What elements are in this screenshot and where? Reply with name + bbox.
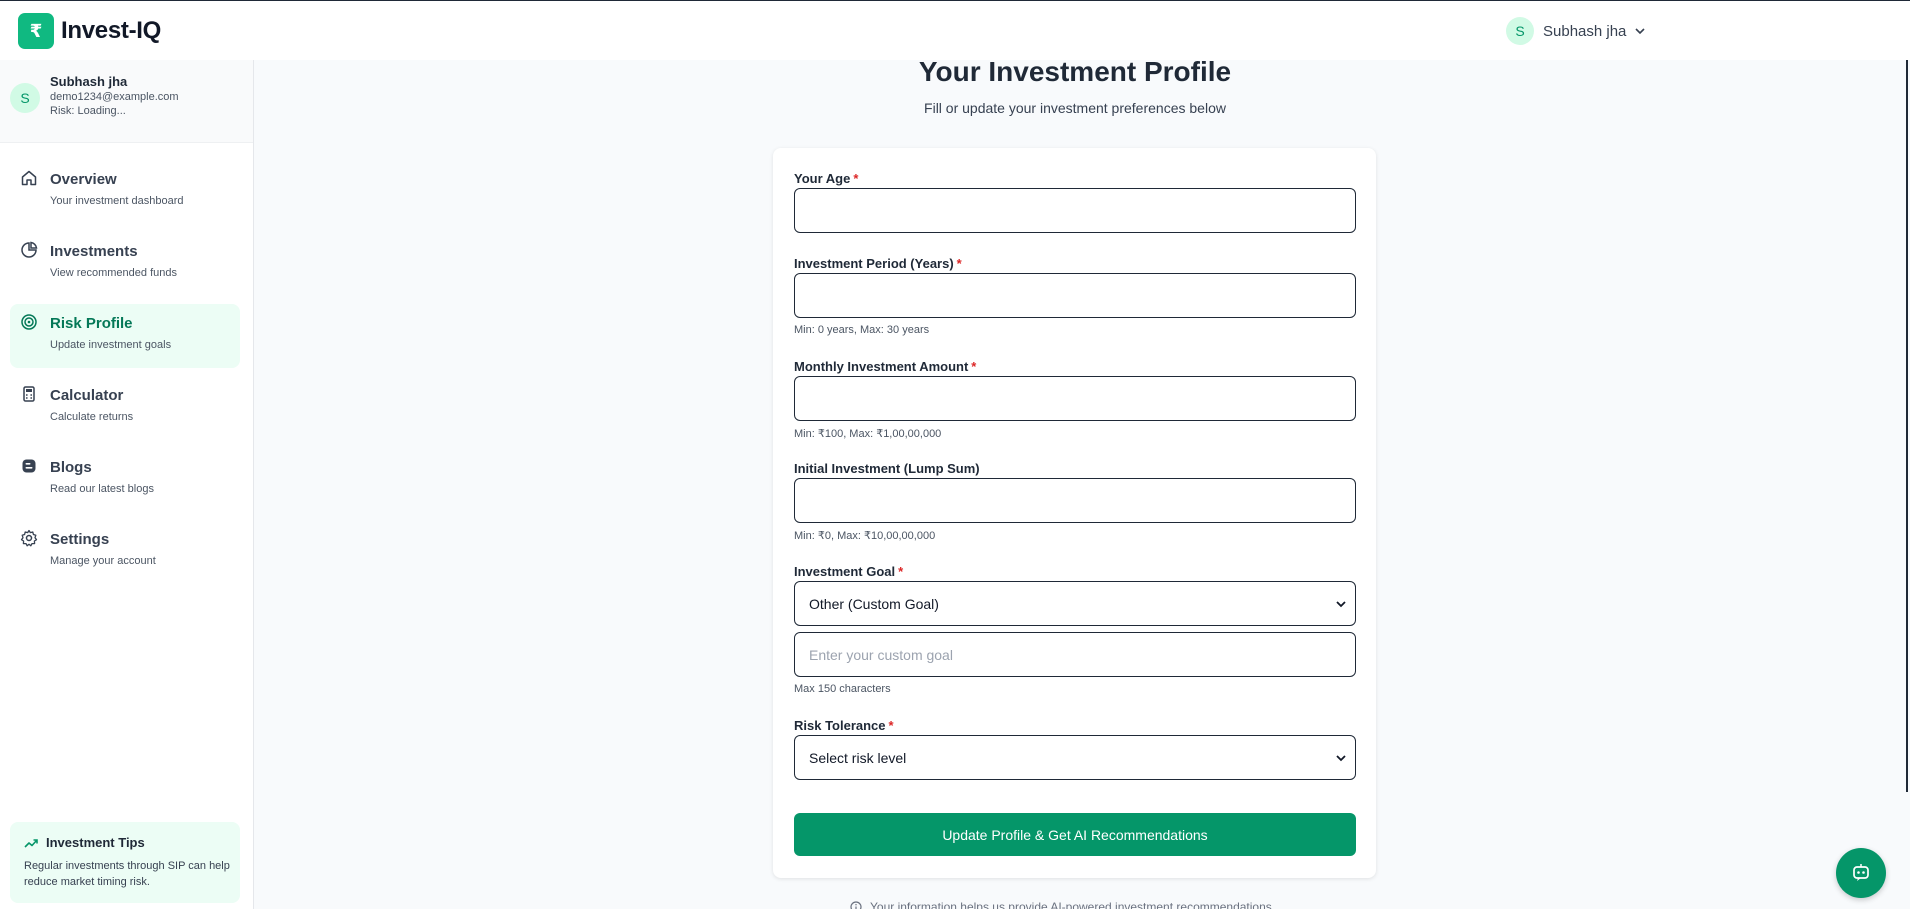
chevron-down-icon <box>1336 601 1346 608</box>
target-icon <box>21 314 37 330</box>
sidebar-item-blogs[interactable]: Blogs Read our latest blogs <box>10 448 240 512</box>
sidebar-item-overview[interactable]: Overview Your investment dashboard <box>10 160 240 224</box>
submit-button[interactable]: Update Profile & Get AI Recommendations <box>794 813 1356 856</box>
lumpsum-hint: Min: ₹0, Max: ₹10,00,00,000 <box>794 530 936 542</box>
age-label: Your Age * <box>794 171 859 186</box>
required-marker: * <box>956 256 962 271</box>
investment-tips: Investment Tips Regular investments thro… <box>10 822 240 903</box>
sidebar-item-risk-profile[interactable]: Risk Profile Update investment goals <box>10 304 240 368</box>
required-marker: * <box>853 171 859 186</box>
period-hint: Min: 0 years, Max: 30 years <box>794 324 930 336</box>
risk-selected: Select risk level <box>809 749 907 766</box>
avatar: S <box>1506 17 1534 45</box>
tips-text: Regular investments through SIP can help… <box>24 860 230 888</box>
info-icon <box>850 901 862 909</box>
monthly-amount-input[interactable] <box>794 376 1356 421</box>
scrollbar[interactable] <box>1906 60 1908 792</box>
sidebar-item-label: Settings <box>50 531 110 548</box>
logo-icon: ₹ <box>18 13 54 49</box>
sidebar-item-investments[interactable]: Investments View recommended funds <box>10 232 240 296</box>
goal-label: Investment Goal * <box>794 564 904 579</box>
page-title: Your Investment Profile <box>918 56 1232 87</box>
sidebar-item-calculator[interactable]: Calculator Calculate returns <box>10 376 240 440</box>
profile-email: demo1234@example.com <box>50 91 179 103</box>
sidebar-item-label: Calculator <box>50 387 124 404</box>
chatbot-icon <box>1853 864 1869 881</box>
home-icon <box>21 170 37 186</box>
profile-risk: Risk: Loading... <box>50 105 126 117</box>
footnote-text: Your information helps us provide AI-pow… <box>870 900 1272 909</box>
sidebar-item-label: Risk Profile <box>50 315 133 332</box>
sidebar-item-sub: Your investment dashboard <box>50 195 184 207</box>
required-marker: * <box>971 359 977 374</box>
required-marker: * <box>898 564 904 579</box>
sidebar-item-label: Blogs <box>50 459 92 476</box>
tips-title: Investment Tips <box>46 835 145 850</box>
avatar: S <box>10 83 40 113</box>
lumpsum-label: Initial Investment (Lump Sum) <box>794 461 980 476</box>
monthly-hint: Min: ₹100, Max: ₹1,00,00,000 <box>794 428 942 440</box>
required-marker: * <box>888 718 894 733</box>
sidebar-item-sub: Read our latest blogs <box>50 483 154 495</box>
user-menu[interactable]: S Subhash jha <box>1506 17 1646 45</box>
chatbot-button[interactable] <box>1836 848 1886 898</box>
custom-goal-input[interactable] <box>794 632 1356 677</box>
monthly-label: Monthly Investment Amount * <box>794 359 977 374</box>
sidebar-item-settings[interactable]: Settings Manage your account <box>10 520 240 584</box>
sidebar-item-sub: Manage your account <box>50 555 156 567</box>
profile-form: Your Age * Investment Period (Years) * Min… <box>773 148 1376 878</box>
period-input[interactable] <box>794 273 1356 318</box>
calculator-icon <box>23 386 35 402</box>
age-input[interactable] <box>794 188 1356 233</box>
sidebar-profile: S Subhash jha demo1234@example.com Risk:… <box>0 60 253 143</box>
sidebar-nav: Overview Your investment dashboard Inves… <box>10 160 240 592</box>
period-label: Investment Period (Years) * <box>794 256 962 271</box>
sidebar-item-sub: Calculate returns <box>50 411 134 423</box>
trending-up-icon <box>24 839 38 848</box>
brand-name: Invest-IQ <box>61 17 161 44</box>
sidebar-item-sub: View recommended funds <box>50 267 177 279</box>
lumpsum-input[interactable] <box>794 478 1356 523</box>
sidebar-item-label: Overview <box>50 171 117 188</box>
sidebar: S Subhash jha demo1234@example.com Risk:… <box>0 60 254 909</box>
profile-name: Subhash jha <box>50 74 128 89</box>
blog-icon <box>22 459 36 473</box>
chevron-down-icon <box>1336 755 1346 762</box>
gear-icon <box>20 529 38 547</box>
brand[interactable]: ₹ Invest-IQ <box>18 13 161 49</box>
goal-select[interactable]: Other (Custom Goal) <box>794 581 1356 626</box>
pie-chart-icon <box>21 241 38 258</box>
page-subtitle: Fill or update your investment preferenc… <box>924 100 1226 116</box>
risk-select[interactable]: Select risk level <box>794 735 1356 780</box>
goal-selected: Other (Custom Goal) <box>809 595 939 612</box>
chevron-down-icon <box>1635 28 1645 35</box>
footnote: Your information helps us provide AI-pow… <box>850 900 1272 909</box>
sidebar-item-label: Investments <box>50 243 138 260</box>
top-header: ₹ Invest-IQ S Subhash jha <box>0 0 1910 60</box>
custom-goal-hint: Max 150 characters <box>794 683 891 695</box>
sidebar-item-sub: Update investment goals <box>50 339 172 351</box>
risk-label: Risk Tolerance * <box>794 718 894 733</box>
user-name: Subhash jha <box>1543 22 1627 40</box>
